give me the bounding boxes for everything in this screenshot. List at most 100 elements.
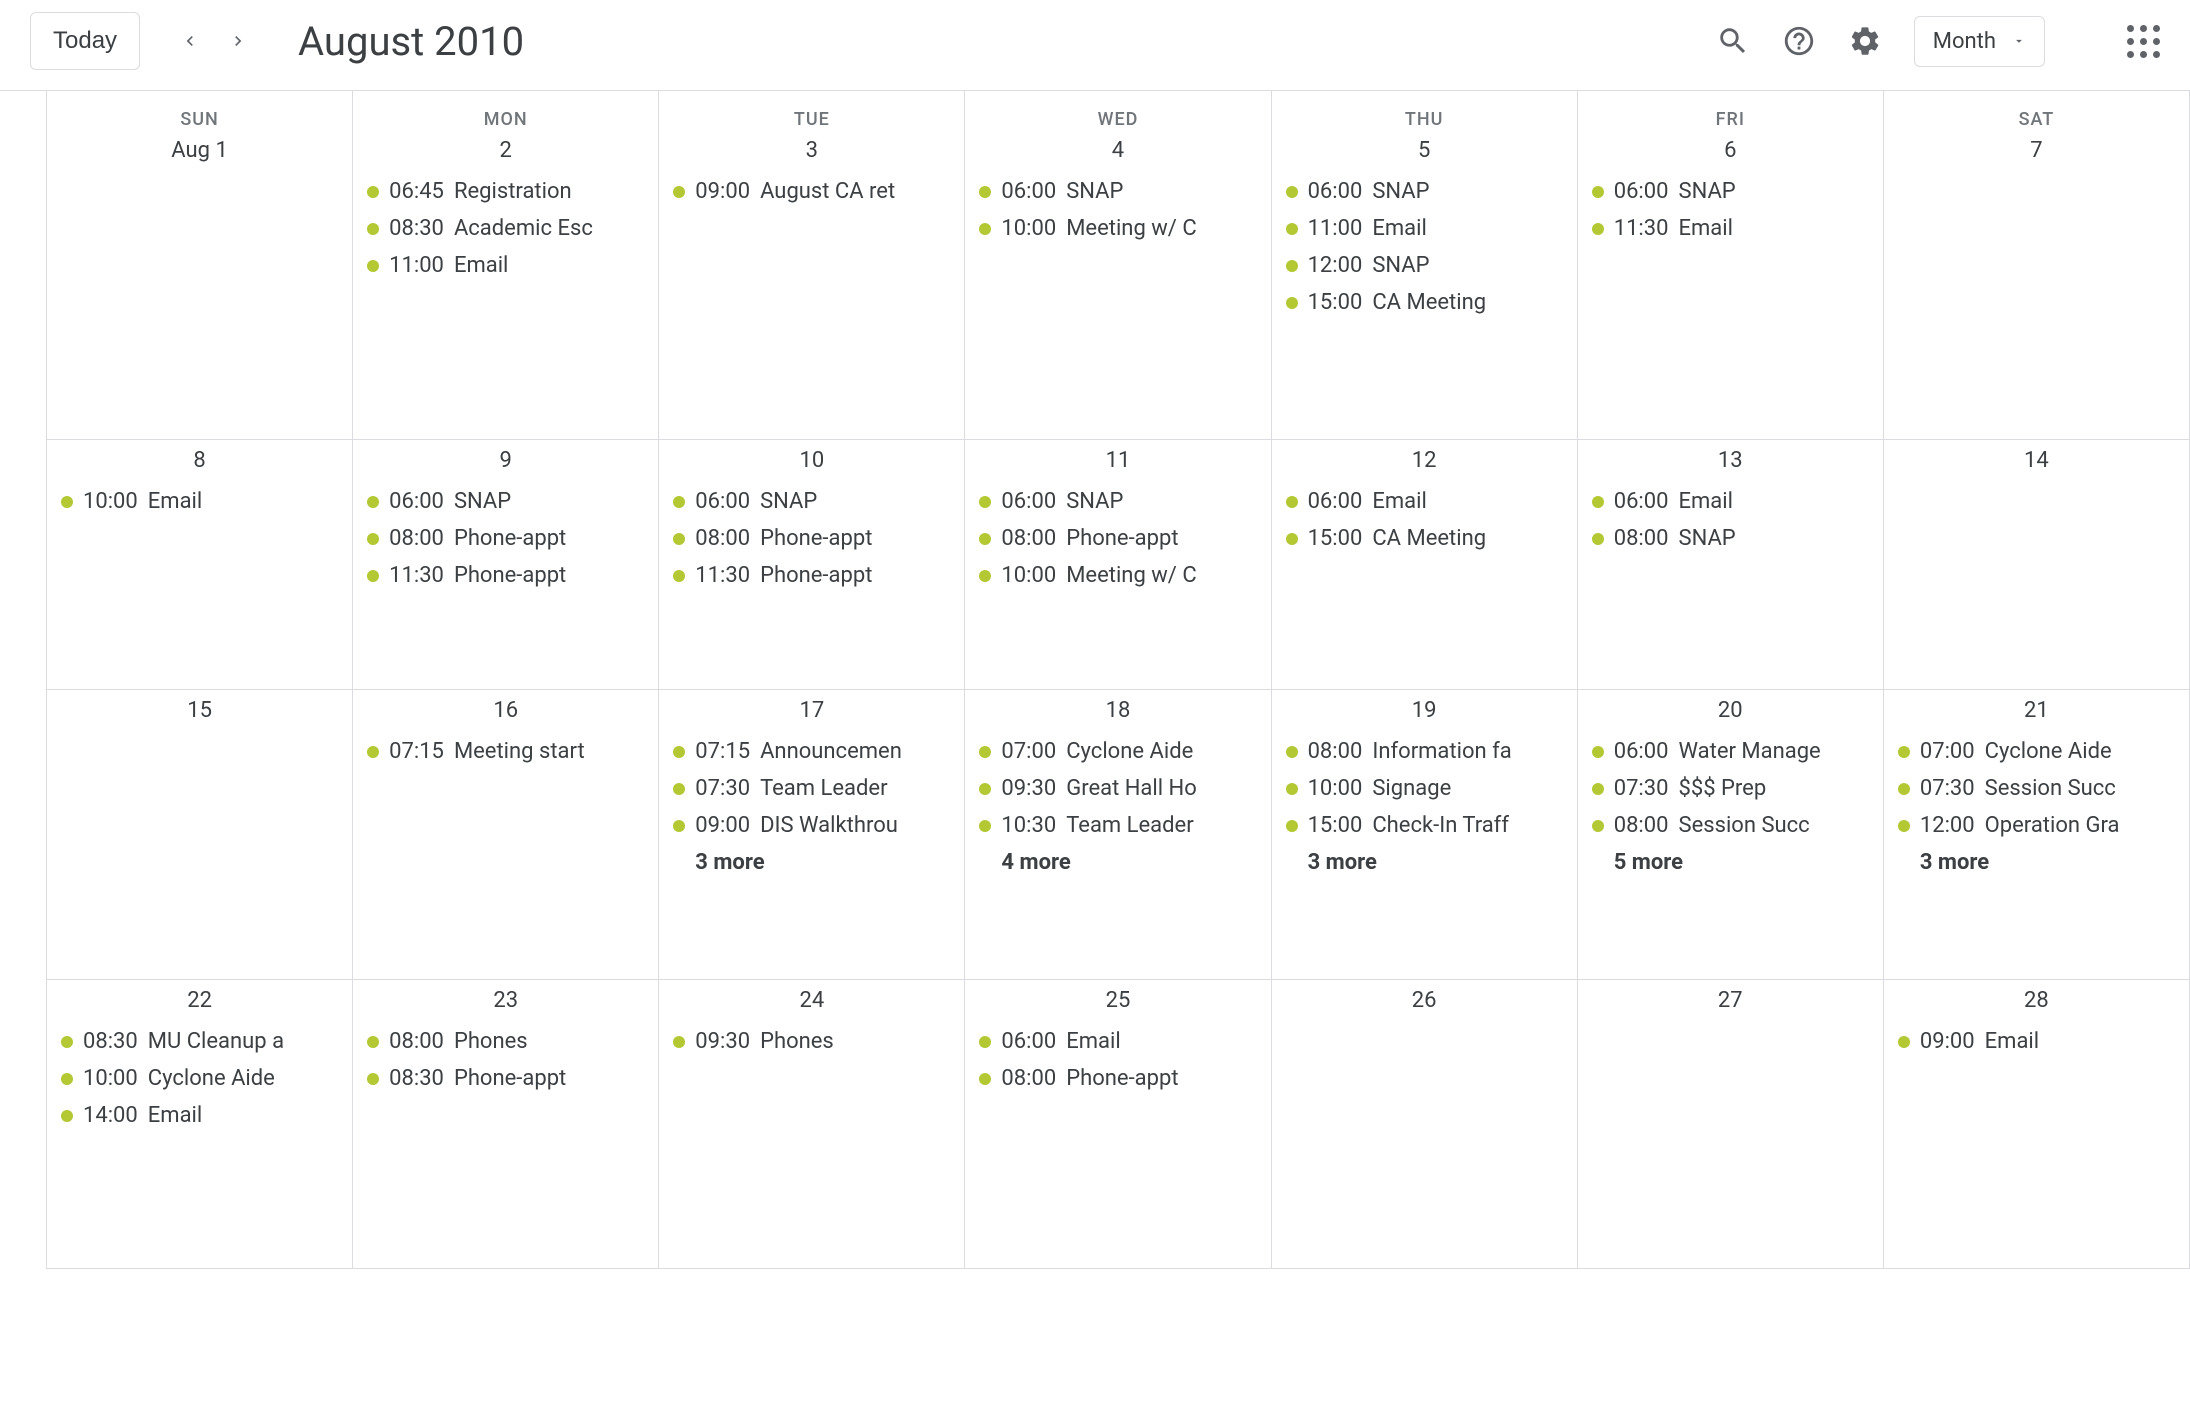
calendar-event[interactable]: 08:00Phone-appt: [975, 520, 1260, 557]
help-button[interactable]: [1782, 24, 1816, 58]
calendar-event[interactable]: 06:00Email: [975, 1023, 1260, 1060]
calendar-event[interactable]: 08:30Phone-appt: [363, 1060, 648, 1097]
calendar-day[interactable]: 1607:15Meeting start: [353, 690, 659, 979]
calendar-event[interactable]: 06:00SNAP: [1282, 173, 1567, 210]
calendar-event[interactable]: 15:00CA Meeting: [1282, 284, 1567, 321]
calendar-event[interactable]: 09:00August CA ret: [669, 173, 954, 210]
calendar-event[interactable]: 07:15Announcemen: [669, 733, 954, 770]
calendar-day[interactable]: 1807:00Cyclone Aide09:30Great Hall Ho10:…: [965, 690, 1271, 979]
calendar-day[interactable]: 1908:00Information fa10:00Signage15:00Ch…: [1272, 690, 1578, 979]
calendar-day[interactable]: 26: [1272, 980, 1578, 1268]
calendar-day[interactable]: 1006:00SNAP08:00Phone-appt11:30Phone-app…: [659, 440, 965, 689]
calendar-day[interactable]: 2308:00Phones08:30Phone-appt: [353, 980, 659, 1268]
calendar-event[interactable]: 10:00Cyclone Aide: [57, 1060, 342, 1097]
calendar-event[interactable]: 06:00Water Manage: [1588, 733, 1873, 770]
calendar-event[interactable]: 08:00Session Succ: [1588, 807, 1873, 844]
prev-month-button[interactable]: [180, 31, 200, 51]
calendar-event[interactable]: 12:00SNAP: [1282, 247, 1567, 284]
calendar-day[interactable]: 2409:30Phones: [659, 980, 965, 1268]
calendar-event[interactable]: 11:00Email: [1282, 210, 1567, 247]
calendar-event[interactable]: 15:00CA Meeting: [1282, 520, 1567, 557]
event-time: 06:00: [389, 489, 444, 514]
more-events-link[interactable]: 3 more: [669, 844, 954, 881]
calendar-event[interactable]: 10:30Team Leader: [975, 807, 1260, 844]
calendar-event[interactable]: 08:00Information fa: [1282, 733, 1567, 770]
today-button[interactable]: Today: [30, 12, 140, 70]
calendar-event[interactable]: 10:00Signage: [1282, 770, 1567, 807]
calendar-event[interactable]: 11:30Email: [1588, 210, 1873, 247]
calendar-day[interactable]: 810:00Email: [47, 440, 353, 689]
calendar-event[interactable]: 06:00SNAP: [975, 483, 1260, 520]
calendar-event[interactable]: 09:30Phones: [669, 1023, 954, 1060]
event-title: Email: [1372, 216, 1426, 241]
more-events-link[interactable]: 3 more: [1282, 844, 1567, 881]
more-events-link[interactable]: 4 more: [975, 844, 1260, 881]
calendar-event[interactable]: 09:00DIS Walkthrou: [669, 807, 954, 844]
event-time: 08:00: [1614, 813, 1669, 838]
calendar-event[interactable]: 07:00Cyclone Aide: [1894, 733, 2179, 770]
calendar-day[interactable]: 15: [47, 690, 353, 979]
calendar-event[interactable]: 07:30$$$ Prep: [1588, 770, 1873, 807]
event-title: Meeting w/ C: [1066, 216, 1196, 241]
calendar-day[interactable]: 2208:30MU Cleanup a10:00Cyclone Aide14:0…: [47, 980, 353, 1268]
calendar-event[interactable]: 08:00Phone-appt: [669, 520, 954, 557]
calendar-day[interactable]: 1707:15Announcemen07:30Team Leader09:00D…: [659, 690, 965, 979]
calendar-day[interactable]: 2506:00Email08:00Phone-appt: [965, 980, 1271, 1268]
calendar-day[interactable]: 906:00SNAP08:00Phone-appt11:30Phone-appt: [353, 440, 659, 689]
view-selector[interactable]: Month: [1914, 16, 2045, 67]
calendar-event[interactable]: 06:45Registration: [363, 173, 648, 210]
calendar-event[interactable]: 09:30Great Hall Ho: [975, 770, 1260, 807]
calendar-day[interactable]: 7: [1884, 134, 2190, 439]
calendar-day[interactable]: 406:00SNAP10:00Meeting w/ C: [965, 134, 1271, 439]
calendar-event[interactable]: 08:00Phone-appt: [975, 1060, 1260, 1097]
calendar-event[interactable]: 07:30Session Succ: [1894, 770, 2179, 807]
calendar-event[interactable]: 08:00Phone-appt: [363, 520, 648, 557]
calendar-event[interactable]: 08:30Academic Esc: [363, 210, 648, 247]
calendar-day[interactable]: 1306:00Email08:00SNAP: [1578, 440, 1884, 689]
calendar-event[interactable]: 08:00SNAP: [1588, 520, 1873, 557]
calendar-day[interactable]: 2809:00Email: [1884, 980, 2190, 1268]
calendar-day[interactable]: 27: [1578, 980, 1884, 1268]
calendar-day[interactable]: 606:00SNAP11:30Email: [1578, 134, 1884, 439]
event-time: 12:00: [1920, 813, 1975, 838]
calendar-event[interactable]: 07:00Cyclone Aide: [975, 733, 1260, 770]
calendar-day[interactable]: 2107:00Cyclone Aide07:30Session Succ12:0…: [1884, 690, 2190, 979]
calendar-event[interactable]: 12:00Operation Gra: [1894, 807, 2179, 844]
calendar-day[interactable]: 206:45Registration08:30Academic Esc11:00…: [353, 134, 659, 439]
calendar-day[interactable]: 506:00SNAP11:00Email12:00SNAP15:00CA Mee…: [1272, 134, 1578, 439]
calendar-event[interactable]: 07:30Team Leader: [669, 770, 954, 807]
calendar-event[interactable]: 10:00Email: [57, 483, 342, 520]
apps-button[interactable]: [2127, 25, 2160, 58]
calendar-event[interactable]: 10:00Meeting w/ C: [975, 557, 1260, 594]
calendar-event[interactable]: 06:00SNAP: [669, 483, 954, 520]
calendar-event[interactable]: 10:00Meeting w/ C: [975, 210, 1260, 247]
calendar-event[interactable]: 06:00Email: [1588, 483, 1873, 520]
calendar-event[interactable]: 06:00Email: [1282, 483, 1567, 520]
calendar-day[interactable]: Aug 1: [47, 134, 353, 439]
calendar-event[interactable]: 11:00Email: [363, 247, 648, 284]
calendar-event[interactable]: 09:00Email: [1894, 1023, 2179, 1060]
calendar-day[interactable]: 309:00August CA ret: [659, 134, 965, 439]
search-button[interactable]: [1716, 24, 1750, 58]
calendar-week: 810:00Email906:00SNAP08:00Phone-appt11:3…: [47, 439, 2190, 689]
calendar-day[interactable]: 2006:00Water Manage07:30$$$ Prep08:00Ses…: [1578, 690, 1884, 979]
weekday-header-row: SUNMONTUEWEDTHUFRISAT: [47, 91, 2190, 134]
calendar-event[interactable]: 11:30Phone-appt: [363, 557, 648, 594]
calendar-event[interactable]: 06:00SNAP: [363, 483, 648, 520]
calendar-event[interactable]: 07:15Meeting start: [363, 733, 648, 770]
calendar-event[interactable]: 08:30MU Cleanup a: [57, 1023, 342, 1060]
calendar-day[interactable]: 1106:00SNAP08:00Phone-appt10:00Meeting w…: [965, 440, 1271, 689]
calendar-event[interactable]: 06:00SNAP: [975, 173, 1260, 210]
calendar-event[interactable]: 06:00SNAP: [1588, 173, 1873, 210]
calendar-event[interactable]: 11:30Phone-appt: [669, 557, 954, 594]
event-title: CA Meeting: [1372, 526, 1486, 551]
calendar-event[interactable]: 14:00Email: [57, 1097, 342, 1134]
more-events-link[interactable]: 3 more: [1894, 844, 2179, 881]
more-events-link[interactable]: 5 more: [1588, 844, 1873, 881]
next-month-button[interactable]: [228, 31, 248, 51]
calendar-day[interactable]: 1206:00Email15:00CA Meeting: [1272, 440, 1578, 689]
calendar-event[interactable]: 08:00Phones: [363, 1023, 648, 1060]
settings-button[interactable]: [1848, 24, 1882, 58]
calendar-day[interactable]: 14: [1884, 440, 2190, 689]
calendar-event[interactable]: 15:00Check-In Traff: [1282, 807, 1567, 844]
